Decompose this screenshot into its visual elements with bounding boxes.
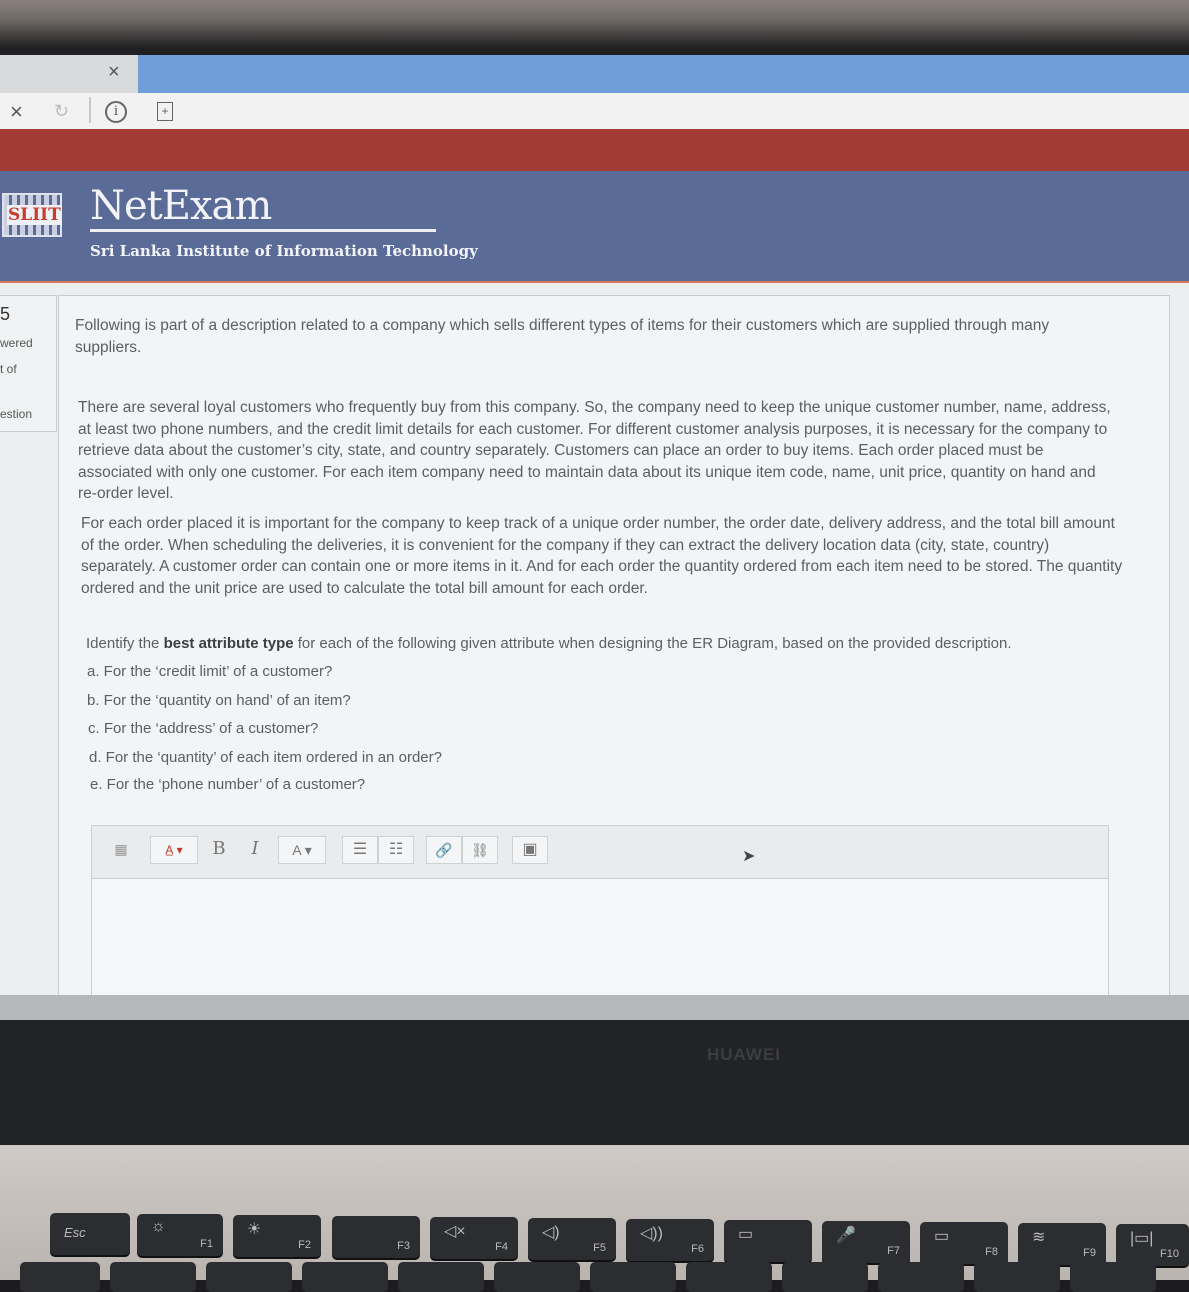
key-f8[interactable]: ▭ F8 <box>920 1222 1008 1264</box>
sub-question-c: c. For the ‘address’ of a customer? <box>88 720 319 737</box>
question-paragraph-1: There are several loyal customers who fr… <box>78 399 1111 502</box>
address-bar: × ↻ i + <box>0 93 1189 130</box>
huawei-logo: HUAWEI <box>707 1045 781 1064</box>
key-tilde[interactable] <box>20 1262 100 1292</box>
key-f3[interactable]: F3 <box>332 1216 420 1258</box>
key-f1[interactable]: ☼ F1 <box>137 1214 223 1256</box>
key-8[interactable] <box>782 1262 868 1292</box>
question-paragraph-2: For each order placed it is important fo… <box>81 515 1123 597</box>
key-7[interactable] <box>686 1262 772 1292</box>
link-button[interactable]: 🔗 <box>426 836 462 864</box>
sub-question-d: d. For the ‘quantity’ of each item order… <box>89 749 442 766</box>
key-f4[interactable]: ◁× F4 <box>430 1217 518 1259</box>
marks-label: t of <box>0 362 17 376</box>
italic-button[interactable]: I <box>240 836 270 862</box>
page-content: 5 wered t of estion Following is part of… <box>0 283 1189 998</box>
divider <box>89 97 91 123</box>
info-icon[interactable]: i <box>105 101 127 123</box>
sliit-logo: SLIIT <box>2 193 62 237</box>
key-esc[interactable]: Esc <box>50 1213 130 1255</box>
font-color-dropdown[interactable]: A ▾ <box>278 836 326 864</box>
key-2[interactable] <box>206 1262 292 1292</box>
stop-icon[interactable]: × <box>10 99 23 125</box>
key-f6[interactable]: ◁)) F6 <box>626 1219 714 1261</box>
prompt-post: for each of the following given attribut… <box>293 635 1012 652</box>
brand-title: NetExam <box>90 183 272 229</box>
numbered-list-button[interactable]: ☷ <box>378 836 414 864</box>
laptop-lid <box>0 1020 1189 1145</box>
mouse-pointer-icon: ➤ <box>742 848 756 865</box>
question-prompt: Identify the best attribute type for eac… <box>86 635 1012 652</box>
unlink-button[interactable]: ⛓ <box>462 836 498 864</box>
answer-editor[interactable]: ▦ A̲ ▾ B I A ▾ ☰ ☷ 🔗 ⛓ ▣ ➤ <box>91 825 1109 998</box>
toolbar-toggle-icon[interactable]: ▦ <box>110 836 132 862</box>
tab-bar: × <box>0 55 1189 93</box>
screen-bezel-top <box>0 0 1189 55</box>
question-number: 5 <box>0 304 11 324</box>
reload-icon[interactable]: ↻ <box>54 101 69 122</box>
key-f9[interactable]: ≋ F9 <box>1018 1223 1106 1265</box>
key-9[interactable] <box>878 1262 964 1292</box>
answered-status: wered <box>0 336 33 350</box>
font-size-dropdown[interactable]: A̲ ▾ <box>150 836 198 864</box>
sub-question-b: b. For the ‘quantity on hand’ of an item… <box>87 692 351 709</box>
key-4[interactable] <box>398 1262 484 1292</box>
bold-button[interactable]: B <box>204 836 234 862</box>
question-text-box: Following is part of a description relat… <box>58 295 1170 998</box>
key-f10[interactable]: |▭| F10 <box>1116 1224 1189 1266</box>
key-f2[interactable]: ☀ F2 <box>233 1215 321 1257</box>
key-6[interactable] <box>590 1262 676 1292</box>
tab-close-button[interactable]: × <box>108 61 120 84</box>
logo-text: SLIIT <box>7 205 62 225</box>
question-info-panel: 5 wered t of estion <box>0 295 57 432</box>
prompt-bold: best attribute type <box>163 635 294 652</box>
key-f5[interactable]: ◁) F5 <box>528 1218 616 1260</box>
key-1[interactable] <box>110 1262 196 1292</box>
screen-bottom-bezel <box>0 995 1189 1020</box>
insert-image-button[interactable]: ▣ <box>512 836 548 864</box>
page-icon[interactable]: + <box>157 102 173 121</box>
bullet-list-button[interactable]: ☰ <box>342 836 378 864</box>
key-3[interactable] <box>302 1262 388 1292</box>
key-5[interactable] <box>494 1262 580 1292</box>
key-0[interactable] <box>974 1262 1060 1292</box>
sub-question-e: e. For the ‘phone number’ of a customer? <box>90 776 366 793</box>
key-minus[interactable] <box>1070 1262 1156 1292</box>
prompt-pre: Identify the <box>86 635 164 652</box>
question-intro: Following is part of a description relat… <box>75 317 1050 356</box>
tab-new[interactable] <box>138 55 1189 93</box>
key-camera[interactable]: ▭ <box>724 1220 812 1262</box>
brand-subtitle: Sri Lanka Institute of Information Techn… <box>90 242 478 260</box>
editor-toolbar: ▦ A̲ ▾ B I A ▾ ☰ ☷ 🔗 ⛓ ▣ ➤ <box>92 826 1108 879</box>
site-header: SLIIT NetExam Sri Lanka Institute of Inf… <box>0 171 1189 283</box>
flag-question-link[interactable]: estion <box>0 407 32 421</box>
red-banner <box>0 129 1189 171</box>
key-f7[interactable]: 🎤 F7 <box>822 1221 910 1263</box>
sub-question-a: a. For the ‘credit limit’ of a customer? <box>87 663 333 680</box>
brand-underline <box>90 229 436 232</box>
